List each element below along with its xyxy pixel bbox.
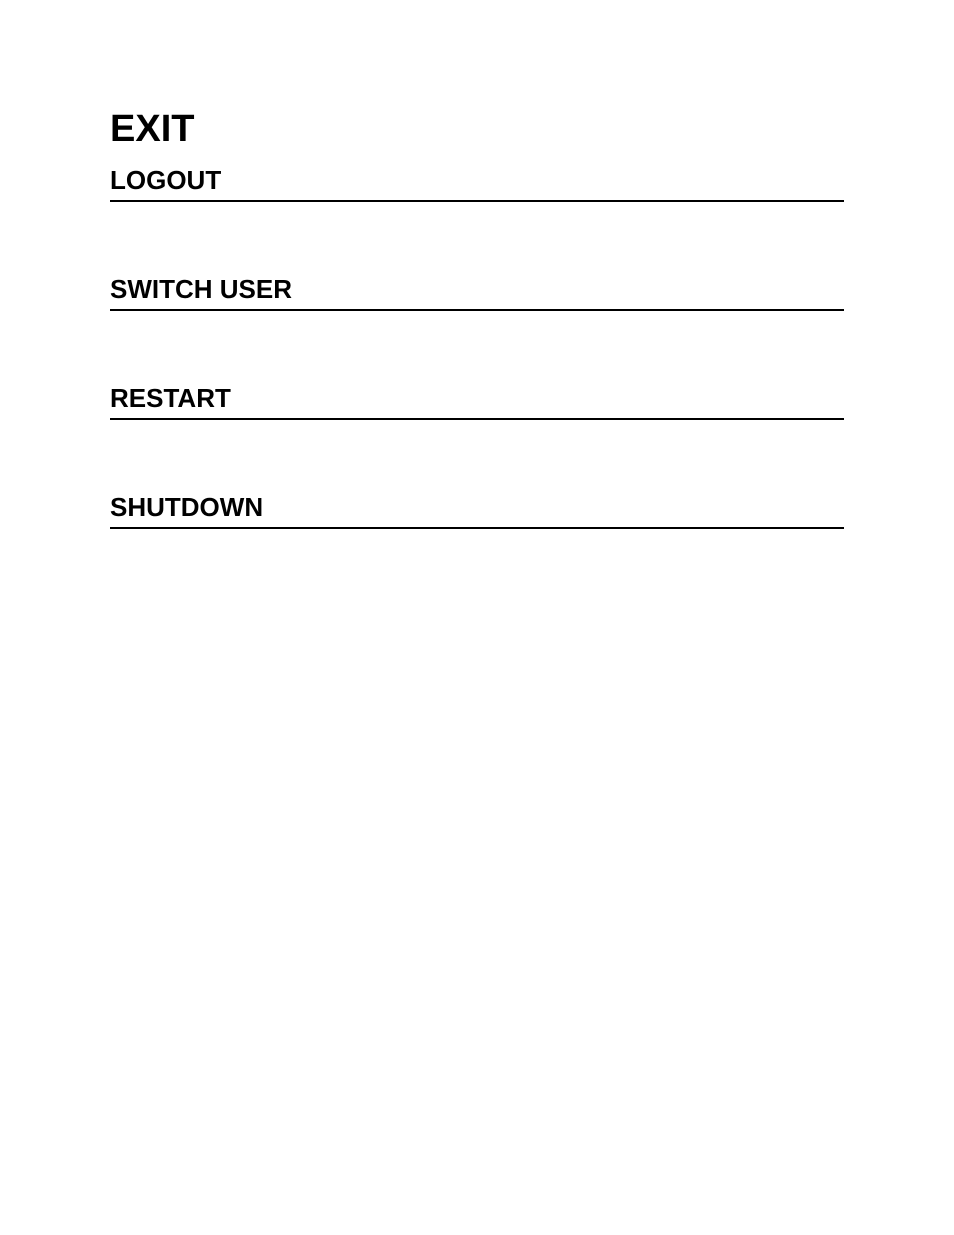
- switch-user-button[interactable]: SWITCH USER: [110, 274, 844, 311]
- page-title: EXIT: [110, 108, 844, 151]
- restart-button[interactable]: RESTART: [110, 383, 844, 420]
- shutdown-button[interactable]: SHUTDOWN: [110, 492, 844, 529]
- logout-button[interactable]: LOGOUT: [110, 165, 844, 202]
- exit-menu: LOGOUT SWITCH USER RESTART SHUTDOWN: [110, 165, 844, 601]
